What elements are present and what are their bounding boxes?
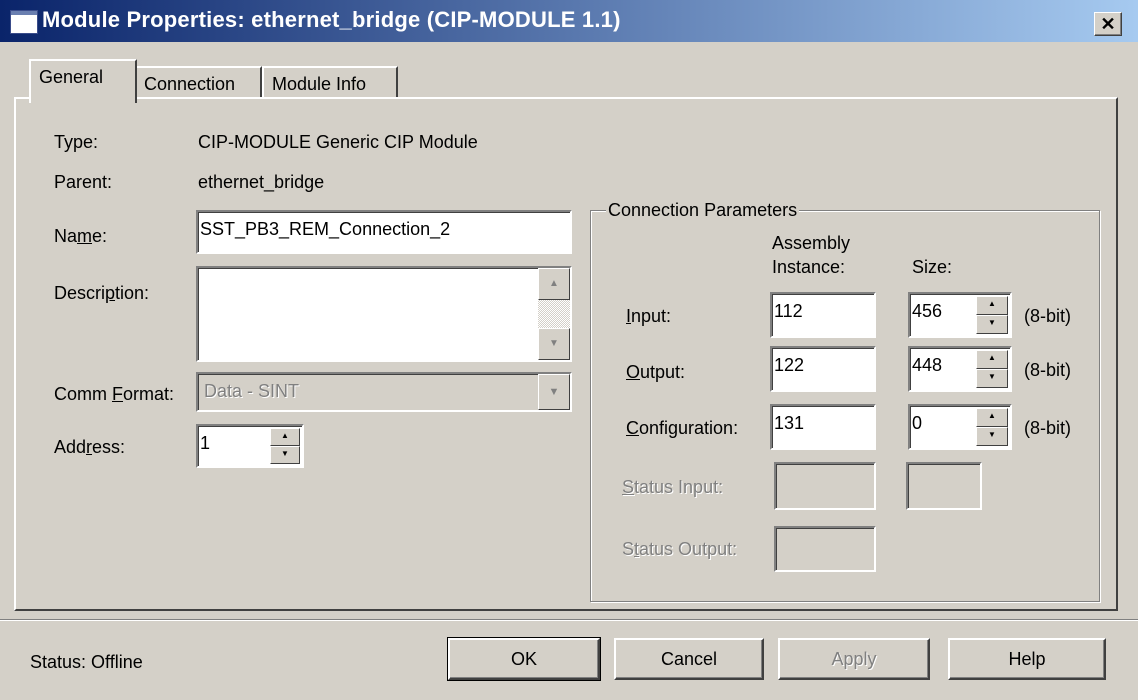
configuration-instance-value: 131 — [774, 413, 805, 433]
parent-value: ethernet_bridge — [198, 172, 325, 192]
status-text: Status: Offline — [30, 652, 143, 672]
cancel-button-label: Cancel — [660, 649, 718, 669]
help-button[interactable]: Help — [948, 638, 1106, 680]
close-icon: ✕ — [1100, 14, 1116, 34]
output-size-up-button[interactable]: ▲ — [976, 350, 1008, 369]
apply-button-label: Apply — [831, 649, 877, 669]
configuration-unit: (8-bit) — [1024, 418, 1072, 438]
configuration-instance-field[interactable]: 131 — [770, 404, 876, 450]
input-size-up-button[interactable]: ▲ — [976, 296, 1008, 315]
status-input-size-field[interactable] — [906, 462, 982, 510]
address-label: Address: — [54, 437, 126, 457]
configuration-size-stepper[interactable]: 0 ▲ ▼ — [908, 404, 1012, 450]
help-button-label: Help — [1008, 649, 1046, 669]
output-size-down-button[interactable]: ▼ — [976, 369, 1008, 388]
comm-format-select[interactable]: Data - SINT ▼ — [196, 372, 572, 412]
ok-button-label: OK — [510, 649, 537, 669]
configuration-size-up-button[interactable]: ▲ — [976, 408, 1008, 427]
name-input-value: SST_PB3_REM_Connection_2 — [200, 219, 451, 239]
type-value: CIP-MODULE Generic CIP Module — [198, 132, 478, 152]
input-size-stepper[interactable]: 456 ▲ ▼ — [908, 292, 1012, 338]
close-button[interactable]: ✕ — [1094, 12, 1122, 36]
output-size-stepper[interactable]: 448 ▲ ▼ — [908, 346, 1012, 392]
cancel-button[interactable]: Cancel — [614, 638, 764, 680]
output-label: Output: — [626, 362, 686, 382]
input-instance-field[interactable]: 112 — [770, 292, 876, 338]
output-unit: (8-bit) — [1024, 360, 1072, 380]
configuration-label: Configuration: — [626, 418, 739, 438]
status-output-label: Status Output: — [622, 539, 738, 559]
input-instance-value: 112 — [774, 301, 803, 321]
parent-label: Parent: — [54, 172, 113, 192]
status-input-label: Status Input: — [622, 477, 724, 497]
name-label: Name: — [54, 226, 108, 246]
description-scrollbar[interactable]: ▲ ▼ — [538, 268, 570, 360]
name-input[interactable]: SST_PB3_REM_Connection_2 — [196, 210, 572, 254]
ok-button[interactable]: OK — [447, 637, 601, 681]
scroll-down-button[interactable]: ▼ — [538, 328, 570, 360]
comm-format-value: Data - SINT — [204, 381, 300, 401]
title-bar: Module Properties: ethernet_bridge (CIP-… — [0, 0, 1138, 42]
tab-general-label: General — [39, 67, 104, 87]
output-instance-value: 122 — [774, 355, 805, 375]
tab-connection-label: Connection — [144, 74, 236, 94]
chevron-down-icon[interactable]: ▼ — [538, 374, 570, 410]
type-label: Type: — [54, 132, 99, 152]
assembly-header-line2: Instance: — [772, 257, 846, 277]
comm-format-label: Comm Format: — [54, 384, 175, 404]
description-label: Description: — [54, 283, 150, 303]
footer-separator — [0, 619, 1138, 621]
configuration-size-down-button[interactable]: ▼ — [976, 427, 1008, 446]
assembly-header-line1: Assembly — [772, 233, 851, 253]
stepper-down-button[interactable]: ▼ — [270, 446, 300, 464]
input-label: Input: — [626, 306, 672, 326]
description-textarea[interactable]: ▲ ▼ — [196, 266, 572, 362]
size-header: Size: — [912, 257, 953, 277]
window-title: Module Properties: ethernet_bridge (CIP-… — [42, 7, 621, 32]
window-icon — [10, 10, 38, 34]
output-instance-field[interactable]: 122 — [770, 346, 876, 392]
tab-module-info-label: Module Info — [272, 74, 367, 94]
address-stepper[interactable]: 1 ▲ ▼ — [196, 424, 304, 468]
stepper-up-button[interactable]: ▲ — [270, 428, 300, 446]
active-tab-joiner — [31, 96, 135, 100]
status-input-instance-field[interactable] — [774, 462, 876, 510]
status-output-instance-field[interactable] — [774, 526, 876, 572]
apply-button[interactable]: Apply — [778, 638, 930, 680]
scroll-up-button[interactable]: ▲ — [538, 268, 570, 300]
input-unit: (8-bit) — [1024, 306, 1072, 326]
connection-parameters-title: Connection Parameters — [606, 200, 800, 221]
input-size-down-button[interactable]: ▼ — [976, 315, 1008, 334]
